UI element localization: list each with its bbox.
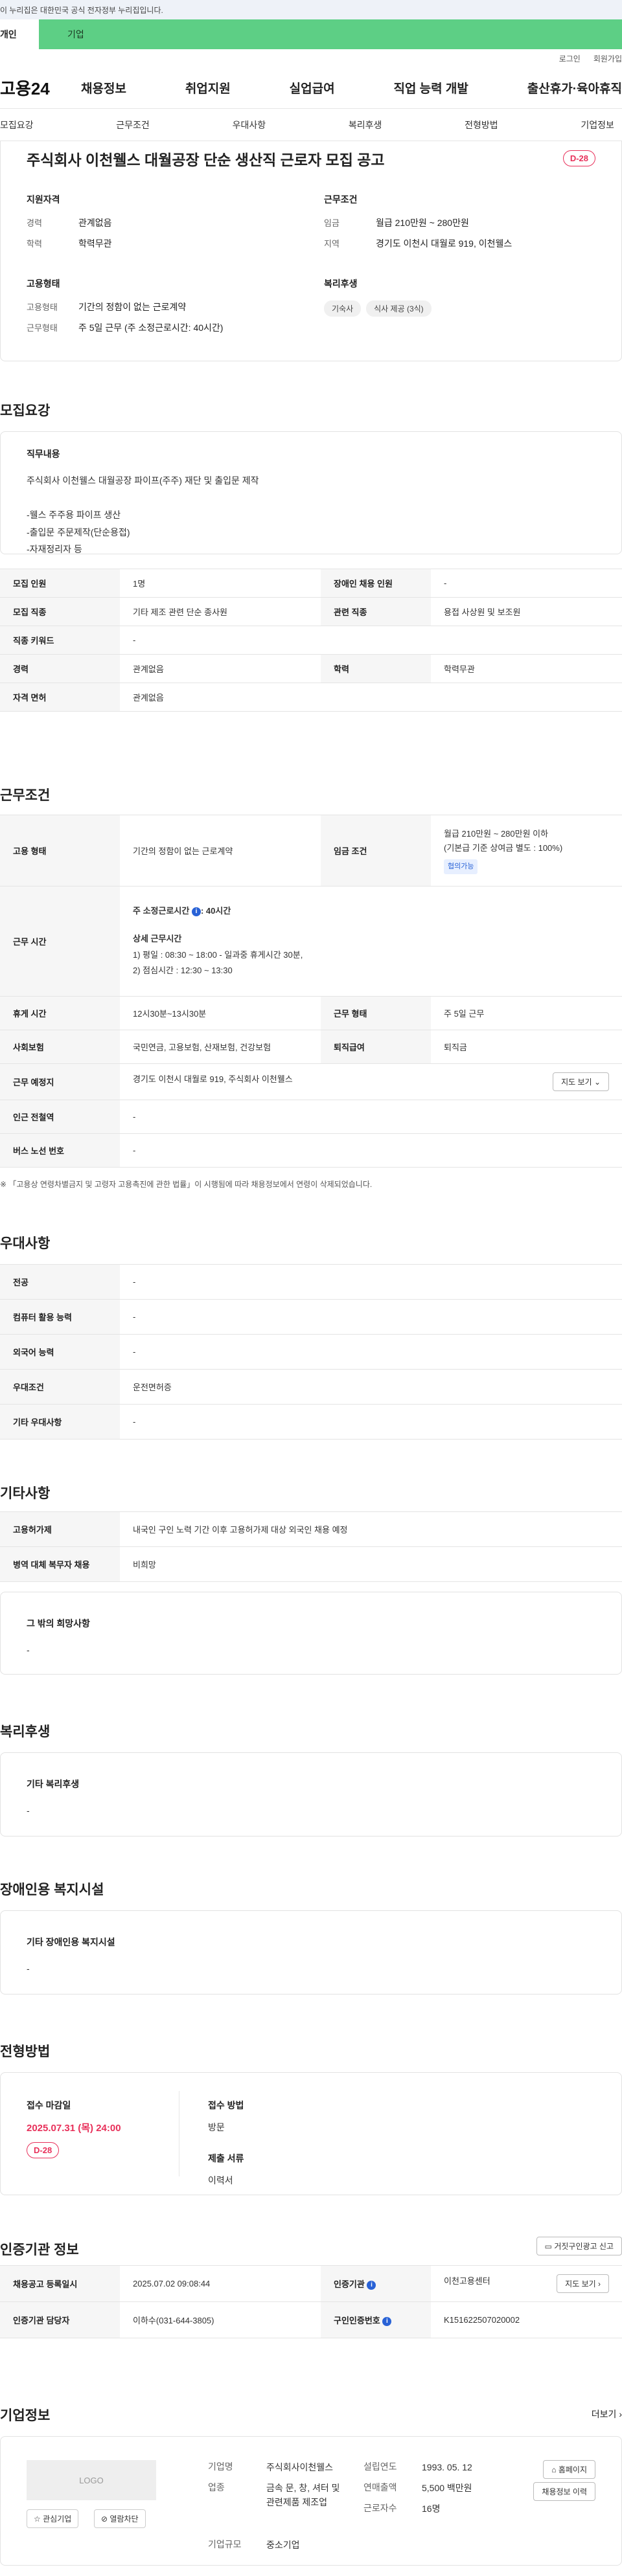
info-icon[interactable]: i: [191, 907, 201, 916]
table-row: 기타 우대사항 -: [0, 1404, 622, 1440]
gnb-item-jobs[interactable]: 채용정보: [81, 79, 126, 96]
employment-block: 고용형태 고용형태 기간의 정함이 없는 근로계약 근무형태 주 5일 근무 (주 …: [27, 278, 224, 333]
anchor-pref[interactable]: 우대사항: [233, 119, 266, 131]
company-more-link[interactable]: 더보기 ›: [592, 2408, 622, 2421]
section-etc-title: 기타사항: [0, 1486, 51, 1501]
company-logo: LOGO: [27, 2460, 156, 2500]
table-row: 고용 형태 기간의 정함이 없는 근로계약 임금 조건 월급 210만원 ~ 2…: [0, 815, 622, 887]
anchor-recruit[interactable]: 모집요강: [0, 119, 34, 131]
table-row: 모집 인원 1명 장애인 채용 인원 -: [0, 569, 622, 598]
table-row: 컴퓨터 활용 능력 -: [0, 1299, 622, 1335]
login-link[interactable]: 로그인: [559, 53, 581, 64]
info-icon[interactable]: i: [367, 2280, 376, 2290]
anchor-apply[interactable]: 전형방법: [465, 119, 498, 131]
section-agency-title: 인증기관 정보: [0, 2243, 79, 2257]
home-icon: ⌂: [551, 2465, 557, 2474]
star-icon: ☆: [34, 2514, 41, 2524]
homepage-button[interactable]: ⌂ 홈페이지: [543, 2460, 595, 2479]
deadline-date: 2025.07.31 (목) 24:00: [27, 2123, 121, 2134]
global-nav: 고용24 채용정보 취업지원 실업급여 직업 능력 개발 출산휴가·육아휴직: [0, 67, 622, 109]
section-company-title: 기업정보: [0, 2408, 51, 2423]
table-row: 전공 -: [0, 1264, 622, 1300]
report-fake-ad-button[interactable]: ▭ 거짓구인광고 신고: [536, 2237, 622, 2255]
table-row: 채용공고 등록일시 2025.07.02 09:08:44 인증기관 i 이천고용…: [0, 2265, 622, 2302]
anchor-nav: 모집요강 근무조건 우대사항 복리후생 전형방법 기업정보: [0, 109, 622, 141]
page-title: 주식회사 이천웰스 대월공장 단순 생산직 근로자 모집 공고: [27, 152, 385, 168]
table-row: 휴게 시간 12시30분~13시30분 근무 형태 주 5일 근무: [0, 996, 622, 1030]
summary-card: 주식회사 이천웰스 대월공장 단순 생산직 근로자 모집 공고 D-28 지원자…: [0, 141, 622, 361]
gnb-item-training[interactable]: 직업 능력 개발: [393, 79, 468, 96]
table-row: 우대조건 운전면허증: [0, 1369, 622, 1405]
apply-box: 접수 마감일 2025.07.31 (목) 24:00 D-28 접수 방법 방…: [0, 2072, 622, 2195]
pref-table: 전공 - 컴퓨터 활용 능력 - 외국어 능력 - 우대조건 운전면허증 기타 우대사항…: [0, 1264, 622, 1440]
info-icon[interactable]: i: [382, 2316, 392, 2326]
disabled-box: 기타 장애인용 복지시설 -: [0, 1910, 622, 1994]
section-disabled-title: 장애인용 복지시설: [0, 1882, 104, 1897]
gnb-item-leave[interactable]: 출산휴가·육아휴직: [527, 79, 622, 96]
table-row: 병역 대체 복무자 채용 비희망: [0, 1546, 622, 1582]
table-row: 근무 시간 주 소정근로시간 i: 40시간 상세 근무시간 1) 평일 : 0…: [0, 886, 622, 997]
dday-badge: D-28: [27, 2142, 60, 2158]
anchor-work[interactable]: 근무조건: [116, 119, 150, 131]
gnb-item-employment-support[interactable]: 취업지원: [185, 79, 231, 96]
chevron-right-icon: ›: [619, 2409, 622, 2419]
gov-banner: 이 누리집은 대한민국 공식 전자정부 누리집입니다.: [0, 0, 622, 19]
table-row: 고용허가제 내국인 구인 노력 기간 이후 고용허가제 대상 외국인 채용 예정: [0, 1511, 622, 1547]
table-row: 외국어 능력 -: [0, 1334, 622, 1370]
section-work-title: 근무조건: [0, 788, 51, 803]
duty-box: 직무내용 주식회사 이천웰스 대월공장 파이프(주주) 재단 및 출입문 제작 …: [0, 431, 622, 554]
table-row: 경력 관계없음 학력 학력무관: [0, 654, 622, 683]
other-wishes-box: 그 밖의 희망사항 -: [0, 1592, 622, 1675]
table-row: 인근 전철역 -: [0, 1100, 622, 1134]
etc-table: 고용허가제 내국인 구인 노력 기간 이후 고용허가제 대상 외국인 채용 예정 …: [0, 1511, 622, 1582]
welfare-box: 기타 복리후생 -: [0, 1752, 622, 1836]
signup-link[interactable]: 회원가입: [593, 53, 622, 64]
site-logo[interactable]: 고용24: [0, 76, 81, 100]
table-row: 자격 면허 관계없음: [0, 683, 622, 712]
section-recruit-title: 모집요강: [0, 403, 51, 418]
section-apply-title: 전형방법: [0, 2044, 51, 2059]
document-icon: ▭: [544, 2242, 552, 2251]
agency-table: 채용공고 등록일시 2025.07.02 09:08:44 인증기관 i 이천고용…: [0, 2265, 622, 2338]
tab-company[interactable]: 기업: [39, 19, 622, 49]
welfare-chip: 기숙사: [324, 300, 362, 317]
tab-personal[interactable]: 개인: [0, 19, 39, 49]
util-links: 로그인 회원가입: [0, 49, 622, 67]
recruit-table: 모집 인원 1명 장애인 채용 인원 - 모집 직종 기타 제조 관련 단순 종사원 관련…: [0, 569, 622, 712]
anchor-company[interactable]: 기업정보: [581, 119, 614, 131]
qualification-block: 지원자격 경력 관계없음 학력 학력무관: [27, 194, 112, 249]
table-row: 근무 예정지 경기도 이천시 대월로 919, 주식회사 이천웰스 지도 보기 ⌄: [0, 1063, 622, 1100]
chevron-right-icon: ›: [598, 2279, 601, 2288]
anchor-welfare[interactable]: 복리후생: [349, 119, 382, 131]
negotiable-badge: 협의가능: [444, 859, 478, 874]
content: 주식회사 이천웰스 대월공장 단순 생산직 근로자 모집 공고 D-28 지원자…: [0, 141, 622, 2576]
welfare-chip: 식사 제공 (3식): [366, 300, 432, 317]
welfare-block: 복리후생 기숙사 식사 제공 (3식): [324, 277, 595, 342]
table-row: 모집 직종 기타 제조 관련 단순 종사원 관련 직종 용접 사상원 및 보조원: [0, 597, 622, 626]
gnb-item-unemployment[interactable]: 실업급여: [290, 79, 335, 96]
job-history-button[interactable]: 채용정보 이력: [533, 2482, 595, 2501]
table-row: 직종 키워드 -: [0, 626, 622, 655]
chevron-down-icon: ⌄: [593, 1078, 601, 1087]
agency-map-button[interactable]: 지도 보기 ›: [557, 2274, 609, 2293]
table-row: 버스 노선 번호 -: [0, 1133, 622, 1168]
user-type-tabs: 개인 기업: [0, 19, 622, 49]
block-view-button[interactable]: ⊘ 열람차단: [94, 2509, 146, 2528]
table-row: 사회보험 국민연금, 고용보험, 산재보험, 건강보험 퇴직급여 퇴직금: [0, 1030, 622, 1064]
conditions-block: 근무조건 임금 월급 210만원 ~ 280만원 지역 경기도 이천시 대월로 91…: [324, 194, 513, 249]
map-button[interactable]: 지도 보기 ⌄: [553, 1072, 609, 1091]
section-pref-title: 우대사항: [0, 1236, 51, 1251]
table-row: 인증기관 담당자 이하수(031-644-3805) 구인인증번호 i K1516…: [0, 2301, 622, 2338]
section-welfare-title: 복리후생: [0, 1724, 51, 1739]
age-law-note: ※ 「고용상 연령차별금지 및 고령자 고용촉진에 관한 법률」이 시행됨에 따…: [0, 1180, 373, 1189]
favorite-company-button[interactable]: ☆ 관심기업: [27, 2509, 79, 2528]
company-box: LOGO ☆ 관심기업 ⊘ 열람차단 기업명 주식회사이천웰스 업종 금속 문, 창…: [0, 2436, 622, 2566]
dday-badge: D-28: [562, 150, 595, 166]
block-icon: ⊘: [101, 2514, 108, 2524]
work-table: 고용 형태 기간의 정함이 없는 근로계약 임금 조건 월급 210만원 ~ 2…: [0, 815, 622, 1168]
